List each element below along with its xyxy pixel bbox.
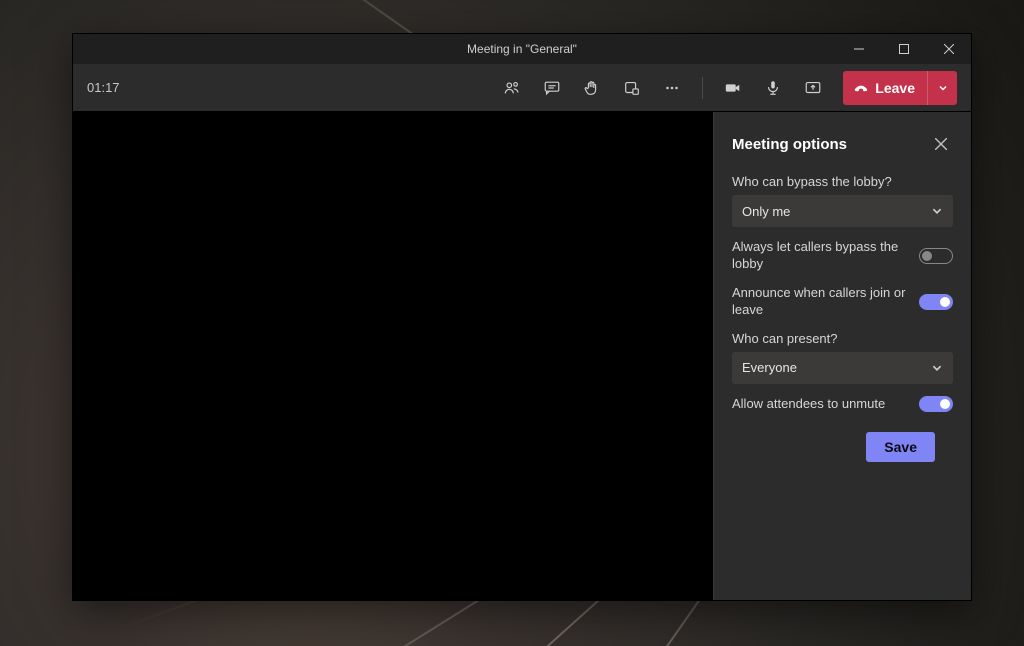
leave-dropdown-button[interactable] xyxy=(927,71,957,105)
leave-button-main[interactable]: Leave xyxy=(843,71,927,105)
lobby-bypass-label: Who can bypass the lobby? xyxy=(732,174,953,189)
maximize-button[interactable] xyxy=(881,34,926,64)
share-icon xyxy=(804,79,822,97)
hangup-icon xyxy=(853,80,869,96)
close-window-button[interactable] xyxy=(926,34,971,64)
panel-close-button[interactable] xyxy=(929,132,953,156)
announce-label: Announce when callers join or leave xyxy=(732,285,909,319)
leave-label: Leave xyxy=(875,80,915,96)
minimize-button[interactable] xyxy=(836,34,881,64)
lobby-bypass-value: Only me xyxy=(742,204,790,219)
people-icon xyxy=(503,79,521,97)
rooms-icon xyxy=(623,79,641,97)
unmute-label: Allow attendees to unmute xyxy=(732,396,909,413)
present-value: Everyone xyxy=(742,360,797,375)
titlebar[interactable]: Meeting in "General" xyxy=(73,34,971,64)
window-controls xyxy=(836,34,971,64)
meeting-options-panel: Meeting options Who can bypass the lobby… xyxy=(713,112,971,600)
camera-icon xyxy=(724,79,742,97)
callers-bypass-toggle[interactable] xyxy=(919,248,953,264)
more-icon xyxy=(663,79,681,97)
microphone-icon xyxy=(764,79,782,97)
participants-button[interactable] xyxy=(494,70,530,106)
announce-toggle[interactable] xyxy=(919,294,953,310)
more-actions-button[interactable] xyxy=(654,70,690,106)
breakout-rooms-button[interactable] xyxy=(614,70,650,106)
chevron-down-icon xyxy=(931,362,943,374)
video-stage[interactable] xyxy=(73,112,713,600)
elapsed-time: 01:17 xyxy=(87,80,120,95)
share-screen-button[interactable] xyxy=(795,70,831,106)
unmute-toggle[interactable] xyxy=(919,396,953,412)
present-label: Who can present? xyxy=(732,331,953,346)
present-select[interactable]: Everyone xyxy=(732,352,953,384)
chat-icon xyxy=(543,79,561,97)
main-area: Meeting options Who can bypass the lobby… xyxy=(73,112,971,600)
mic-toggle-button[interactable] xyxy=(755,70,791,106)
chevron-down-icon xyxy=(938,83,948,93)
camera-toggle-button[interactable] xyxy=(715,70,751,106)
chat-button[interactable] xyxy=(534,70,570,106)
hand-icon xyxy=(583,79,601,97)
toolbar-divider xyxy=(702,77,703,99)
close-icon xyxy=(935,138,947,150)
callers-bypass-label: Always let callers bypass the lobby xyxy=(732,239,909,273)
meeting-window: Meeting in "General" 01:17 xyxy=(72,33,972,601)
leave-button[interactable]: Leave xyxy=(843,71,957,105)
meeting-toolbar: 01:17 xyxy=(73,64,971,112)
save-button[interactable]: Save xyxy=(866,432,935,462)
lobby-bypass-select[interactable]: Only me xyxy=(732,195,953,227)
raise-hand-button[interactable] xyxy=(574,70,610,106)
chevron-down-icon xyxy=(931,205,943,217)
panel-title: Meeting options xyxy=(732,136,847,153)
